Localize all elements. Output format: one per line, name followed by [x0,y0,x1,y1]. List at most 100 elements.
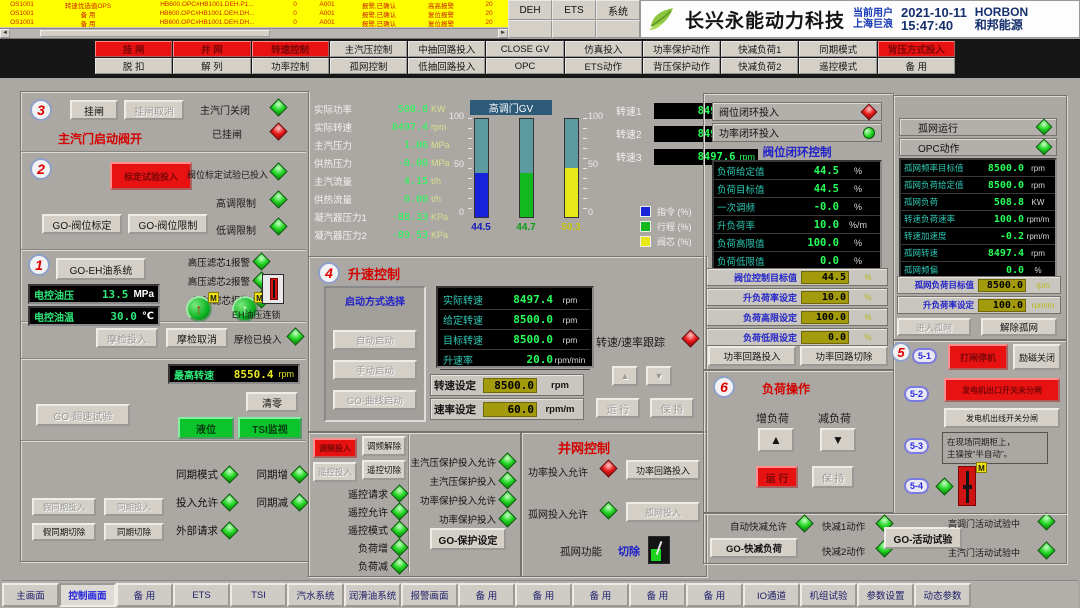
island-on-button[interactable]: 孤网投入 [626,502,700,522]
remote-off-button[interactable]: 遥控切除 [362,460,406,480]
nav-tab[interactable]: 汽水系统 [287,583,344,607]
menu-button[interactable]: 遥控模式 [799,58,876,74]
exit-island-button[interactable]: 解除孤网 [981,318,1057,336]
nav-tab[interactable]: 备 用 [629,583,686,607]
setpoint-input[interactable]: 8500.0 [483,378,537,393]
nav-tab[interactable]: 机组试验 [800,583,857,607]
user-name: 上海巨浪 [853,19,893,30]
run-button[interactable]: 运 行 [596,398,640,418]
menu-button[interactable]: ETS动作 [565,58,642,74]
nav-tab[interactable]: 主画面 [2,583,59,607]
nav-tab[interactable]: IO通道 [743,583,800,607]
menu-button[interactable]: 解 列 [173,58,250,74]
lcd-unit: % [839,238,877,248]
nav-tab[interactable]: ETS [173,583,230,607]
island-function-switch-icon[interactable] [648,536,670,564]
screen-nav-bar: 主画面控制画面备 用ETSTSI汽水系统润滑油系统报警画面备 用备 用备 用备 … [2,580,1078,608]
power-loop-on-button[interactable]: 功率回路投入 [626,460,700,480]
menu-button[interactable]: 快减负荷2 [721,58,798,74]
nav-tab[interactable]: TSI [230,583,287,607]
go-overspeed-test-button[interactable]: GO-超速试验 [36,404,130,426]
freq-reg-on-button[interactable]: 调频投入 [313,438,357,458]
setpoint-input[interactable]: 60.0 [483,402,537,417]
menu-button[interactable]: 中抽回路投入 [408,41,485,57]
alarm-row[interactable]: OS1001备 用HB600.OPC#HB1001.DEH.DH...0A001… [0,18,508,27]
nav-tab[interactable]: 备 用 [572,583,629,607]
go-quick-reduce-button[interactable]: GO-快减负荷 [710,538,798,558]
remote-on-button[interactable]: 遥控投入 [313,462,357,482]
latch-cancel-button[interactable]: 挂闸取消 [124,100,184,120]
scrollbar-thumb[interactable] [40,30,270,37]
load-hold-button[interactable]: 保 持 [812,466,854,488]
menu-button[interactable]: 功率控制 [252,58,329,74]
menu-button[interactable]: 仿真投入 [565,41,642,57]
menu-button[interactable]: 同期模式 [799,41,876,57]
sync-button[interactable]: 假同期切除 [32,523,96,541]
field-switch-icon[interactable] [958,466,976,506]
trip-shutdown-button[interactable]: 打闸停机 [948,344,1008,370]
nav-tab[interactable]: 备 用 [686,583,743,607]
load-increase-button[interactable]: ▲ [758,428,794,452]
top-tab[interactable]: ETS [552,0,596,20]
speed-up-arrow-button[interactable]: ▲ [612,366,638,386]
nav-tab[interactable]: 备 用 [116,583,173,607]
go-valve-limit-button[interactable]: GO-阀位限制 [128,214,208,234]
load-decrease-button[interactable]: ▼ [820,428,856,452]
menu-button[interactable]: 孤网控制 [330,58,407,74]
setpoint-input[interactable]: 100.0 [978,299,1026,312]
nav-tab[interactable]: 动态参数 [914,583,971,607]
latch-button[interactable]: 挂闸 [70,100,118,120]
scroll-right-icon[interactable]: ► [498,29,508,38]
menu-button[interactable]: 并 网 [173,41,250,57]
setpoint-input[interactable]: 0.0 [801,331,849,344]
menu-button[interactable]: OPC [486,58,563,74]
menu-button[interactable]: 背压保护动作 [643,58,720,74]
nav-tab[interactable]: 参数设置 [857,583,914,607]
menu-button[interactable]: 主汽压控制 [330,41,407,57]
top-tab[interactable]: 系统 [596,0,640,20]
go-eh-oil-button[interactable]: GO-EH油系统 [56,258,146,280]
start-mode-button[interactable]: 手动启动 [333,360,417,380]
nav-tab[interactable]: 备 用 [515,583,572,607]
friction-check-on-button[interactable]: 摩检投入 [96,328,158,348]
load-run-button[interactable]: 运 行 [756,466,798,488]
gen-breaker-open-button[interactable]: 发电机出线开关分闸 [944,408,1060,428]
hold-button[interactable]: 保 持 [650,398,694,418]
top-tab[interactable]: DEH [508,0,552,20]
scroll-left-icon[interactable]: ◄ [0,29,10,38]
freq-reg-off-button[interactable]: 调频解除 [362,436,406,456]
enter-island-button[interactable]: 进入孤网 [897,318,971,336]
menu-button[interactable]: 转速控制 [252,41,329,57]
go-valve-calibration-button[interactable]: GO-阀位标定 [42,214,122,234]
go-protect-setting-button[interactable]: GO-保护设定 [430,528,506,550]
menu-button[interactable]: 脱 扣 [95,58,172,74]
level-button[interactable]: 液位 [178,417,234,439]
menu-button[interactable]: 备 用 [878,58,955,74]
tsi-monitor-button[interactable]: TSI监视 [238,417,302,439]
nav-tab[interactable]: 报警画面 [401,583,458,607]
speed-down-arrow-button[interactable]: ▼ [646,366,672,386]
clear-button[interactable]: 清零 [246,392,298,412]
menu-button[interactable]: 背压方式投入 [878,41,955,57]
start-mode-button[interactable]: GO-曲线启动 [333,390,417,410]
setpoint-input[interactable]: 100.0 [801,311,849,324]
menu-button[interactable]: 快减负荷1 [721,41,798,57]
menu-button[interactable]: 功率保护动作 [643,41,720,57]
power-loop-remove-button[interactable]: 功率回路切除 [800,346,888,366]
alarm-scrollbar[interactable]: ◄ ► [0,28,508,38]
power-loop-insert-button[interactable]: 功率回路投入 [708,346,796,366]
menu-button[interactable]: CLOSE GV [486,41,563,57]
sync-button[interactable]: 假同期投入 [32,498,96,516]
start-mode-button[interactable]: 自动启动 [333,330,417,350]
menu-button[interactable]: 挂 闸 [95,41,172,57]
setpoint-input[interactable]: 44.5 [801,271,849,284]
nav-tab[interactable]: 润滑油系统 [344,583,401,607]
nav-tab[interactable]: 备 用 [458,583,515,607]
eh-interlock-switch-icon[interactable] [262,274,284,304]
setpoint-input[interactable]: 10.0 [801,291,849,304]
excitation-off-button[interactable]: 励磁关闭 [1013,344,1061,370]
nav-tab[interactable]: 控制画面 [59,583,116,607]
friction-check-off-button[interactable]: 摩检取消 [166,328,228,348]
setpoint-input[interactable]: 8500.0 [978,279,1026,292]
menu-button[interactable]: 低抽回路投入 [408,58,485,74]
